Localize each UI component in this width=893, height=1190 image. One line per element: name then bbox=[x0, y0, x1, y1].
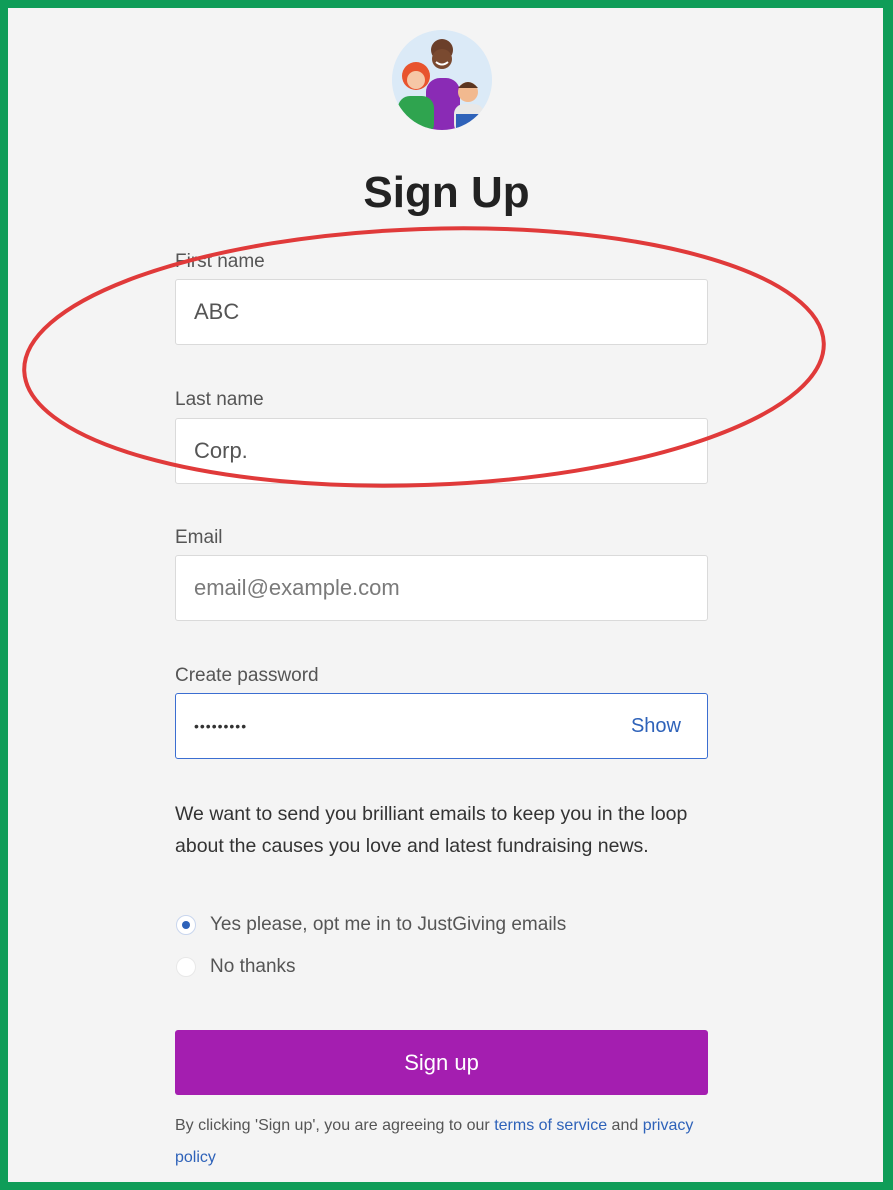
terms-of-service-link[interactable]: terms of service bbox=[494, 1117, 607, 1134]
opt-out-option[interactable]: No thanks bbox=[176, 956, 296, 978]
first-name-field[interactable]: ABC bbox=[175, 279, 708, 345]
email-field[interactable]: email@example.com bbox=[175, 555, 708, 621]
legal-prefix: By clicking 'Sign up', you are agreeing … bbox=[175, 1117, 495, 1134]
show-password-button[interactable]: Show bbox=[631, 694, 681, 758]
last-name-label: Last name bbox=[175, 389, 264, 410]
last-name-field[interactable]: Corp. bbox=[175, 418, 708, 484]
password-label: Create password bbox=[175, 665, 319, 686]
opt-out-radio[interactable] bbox=[176, 957, 196, 977]
page-title: Sign Up bbox=[363, 168, 530, 217]
opt-in-radio[interactable] bbox=[176, 915, 196, 935]
email-label: Email bbox=[175, 527, 223, 548]
password-value: ••••••••• bbox=[194, 718, 248, 734]
email-placeholder: email@example.com bbox=[194, 575, 400, 600]
opt-out-label: No thanks bbox=[210, 956, 296, 977]
signup-page: Sign Up First name ABC Last name Corp. E… bbox=[0, 0, 893, 1190]
legal-text: By clicking 'Sign up', you are agreeing … bbox=[175, 1110, 715, 1174]
first-name-label: First name bbox=[175, 251, 265, 272]
first-name-value: ABC bbox=[194, 299, 240, 324]
password-field[interactable]: ••••••••• Show bbox=[175, 693, 708, 759]
community-logo-icon bbox=[392, 30, 492, 130]
opt-in-label: Yes please, opt me in to JustGiving emai… bbox=[210, 914, 567, 935]
marketing-notice: We want to send you brilliant emails to … bbox=[175, 803, 688, 857]
opt-in-option[interactable]: Yes please, opt me in to JustGiving emai… bbox=[176, 914, 566, 936]
legal-middle: and bbox=[607, 1117, 643, 1134]
last-name-value: Corp. bbox=[194, 438, 248, 463]
sign-up-button[interactable]: Sign up bbox=[175, 1030, 708, 1095]
